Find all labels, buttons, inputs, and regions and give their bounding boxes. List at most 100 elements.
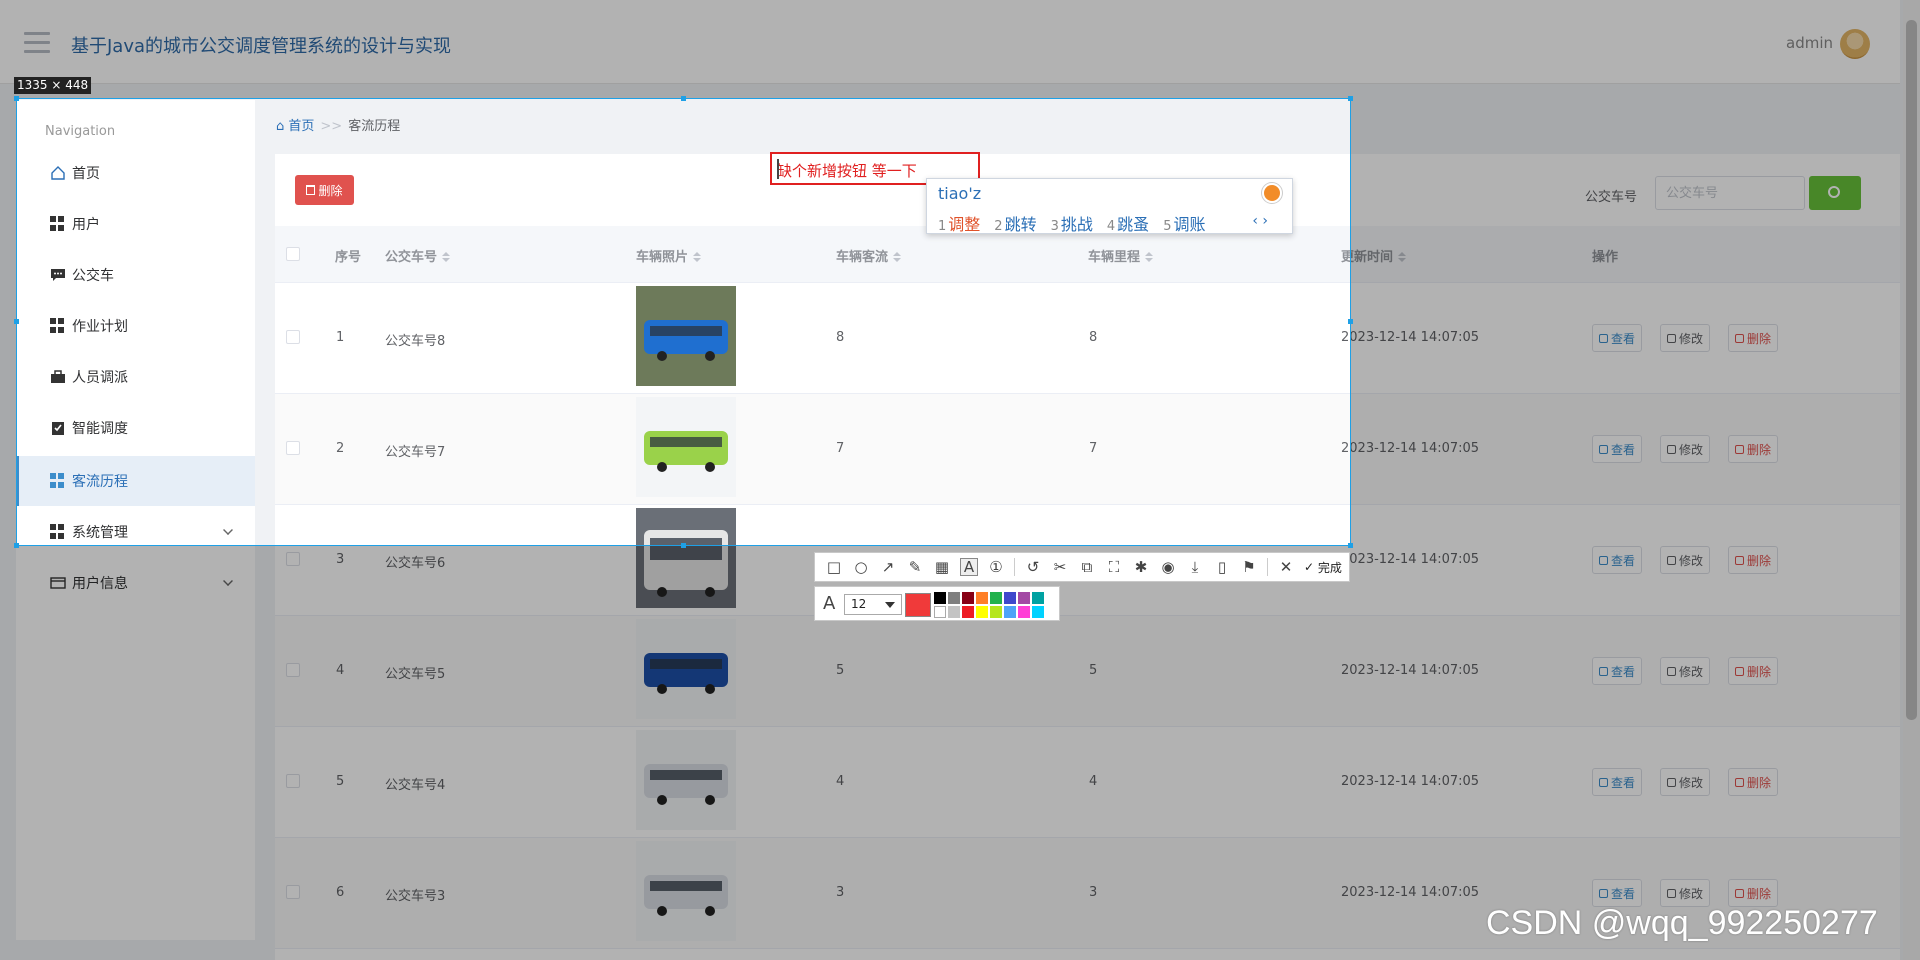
- trash-icon: [306, 185, 316, 195]
- record-icon[interactable]: ◉: [1159, 558, 1177, 576]
- grid-icon: [50, 216, 66, 232]
- ime-candidate[interactable]: 1 调整: [938, 211, 980, 235]
- ime-candidate[interactable]: 4 跳蚤: [1107, 211, 1149, 235]
- color-swatch[interactable]: [1018, 606, 1030, 618]
- color-swatch[interactable]: [990, 606, 1002, 618]
- color-swatch[interactable]: [976, 592, 988, 604]
- color-swatch[interactable]: [934, 606, 946, 618]
- toolbar-divider: [1014, 558, 1015, 576]
- breadcrumb-separator: >>: [320, 119, 343, 134]
- clipboard-icon: [50, 420, 66, 436]
- save-icon[interactable]: ⤓: [1186, 558, 1204, 576]
- message-icon: [50, 267, 66, 283]
- sidebar-title: Navigation: [45, 124, 116, 139]
- sidebar-item-users[interactable]: 用户: [16, 199, 255, 249]
- select-all-checkbox[interactable]: [286, 247, 300, 261]
- color-swatch[interactable]: [1018, 592, 1030, 604]
- number-tool-icon[interactable]: ①: [987, 558, 1005, 576]
- resize-handle[interactable]: [14, 543, 19, 548]
- color-swatch[interactable]: [990, 592, 1002, 604]
- text-cursor-icon: [777, 159, 779, 179]
- cell-passenger-flow: 7: [836, 441, 845, 456]
- ime-candidate[interactable]: 5 调账: [1163, 211, 1205, 235]
- resize-handle[interactable]: [1348, 543, 1353, 548]
- sort-icon: [1145, 252, 1154, 262]
- breadcrumb-home[interactable]: ⌂ 首页: [276, 119, 314, 134]
- color-swatch[interactable]: [976, 606, 988, 618]
- sidebar-item-dispatch-staff[interactable]: 人员调派: [16, 352, 255, 402]
- ime-candidate[interactable]: 3 挑战: [1051, 211, 1093, 235]
- phone-icon[interactable]: ▯: [1213, 558, 1231, 576]
- row-checkbox[interactable]: [286, 441, 300, 455]
- color-swatch[interactable]: [962, 592, 974, 604]
- ime-candidate[interactable]: 2 跳转: [994, 211, 1036, 235]
- sidebar-item-passenger-flow[interactable]: 客流历程: [16, 456, 255, 506]
- bookmark-icon[interactable]: ⚑: [1240, 558, 1258, 576]
- sidebar-item-label: 公交车: [72, 268, 114, 284]
- ellipse-tool-icon[interactable]: ○: [852, 558, 870, 576]
- color-swatch[interactable]: [948, 592, 960, 604]
- dim-overlay: [1351, 98, 1920, 546]
- sidebar-item-label: 系统管理: [72, 525, 128, 541]
- sidebar-item-label: 用户: [72, 217, 100, 233]
- cell-bus-no: 公交车号8: [385, 334, 446, 349]
- dim-overlay: [0, 0, 1920, 98]
- column-header[interactable]: 车辆里程: [1088, 246, 1154, 265]
- done-button[interactable]: ✓ 完成: [1304, 559, 1342, 576]
- button-label: 完成: [1317, 560, 1342, 575]
- color-swatch[interactable]: [948, 606, 960, 618]
- ocr-icon[interactable]: ⧉: [1078, 558, 1096, 576]
- resize-handle[interactable]: [681, 543, 686, 548]
- current-color-swatch[interactable]: [905, 593, 931, 617]
- font-size-select[interactable]: 12: [844, 594, 902, 615]
- long-capture-icon[interactable]: ⛶: [1105, 558, 1123, 576]
- arrow-tool-icon[interactable]: ↗: [879, 558, 897, 576]
- briefcase-icon: [50, 369, 66, 385]
- bus-photo: [636, 286, 736, 386]
- sidebar-item-label: 作业计划: [72, 319, 128, 335]
- sidebar-item-buses[interactable]: 公交车: [16, 250, 255, 300]
- sidebar-item-smart-dispatch[interactable]: 智能调度: [16, 403, 255, 453]
- button-label: 删除: [318, 183, 343, 198]
- undo-icon[interactable]: ↺: [1024, 558, 1042, 576]
- text-style-panel: A 12: [814, 586, 1060, 621]
- row-checkbox[interactable]: [286, 330, 300, 344]
- font-icon: A: [823, 593, 836, 614]
- check-icon: ✓: [1304, 560, 1318, 574]
- color-swatch[interactable]: [1004, 606, 1016, 618]
- resize-handle[interactable]: [14, 96, 19, 101]
- resize-handle[interactable]: [14, 319, 19, 324]
- column-header[interactable]: 车辆照片: [636, 246, 702, 265]
- resize-handle[interactable]: [1348, 319, 1353, 324]
- ime-next-page-icon[interactable]: ‹ ›: [1252, 213, 1268, 229]
- cell-passenger-flow: 8: [836, 330, 845, 345]
- annotation-text: 缺个新增按钮 等一下: [777, 162, 917, 180]
- resize-handle[interactable]: [681, 96, 686, 101]
- batch-delete-button[interactable]: 删除: [295, 175, 354, 205]
- color-swatch[interactable]: [962, 606, 974, 618]
- color-swatch[interactable]: [1004, 592, 1016, 604]
- color-swatch[interactable]: [1032, 606, 1044, 618]
- column-header: 序号: [335, 250, 362, 265]
- ime-logo-icon[interactable]: [1262, 183, 1282, 203]
- color-swatch[interactable]: [1032, 592, 1044, 604]
- sort-icon: [893, 252, 902, 262]
- pen-tool-icon[interactable]: ✎: [906, 558, 924, 576]
- sidebar-item-plans[interactable]: 作业计划: [16, 301, 255, 351]
- color-palette: [934, 592, 1044, 618]
- ime-composition: tiao'z: [938, 184, 982, 203]
- column-header[interactable]: 车辆客流: [836, 246, 902, 265]
- resize-handle[interactable]: [1348, 96, 1353, 101]
- sidebar-item-label: 首页: [72, 166, 100, 182]
- sort-icon: [442, 252, 451, 262]
- pin-icon[interactable]: ✱: [1132, 558, 1150, 576]
- cell-mileage: 8: [1089, 330, 1098, 345]
- close-icon[interactable]: ✕: [1277, 558, 1295, 576]
- rectangle-tool-icon[interactable]: □: [825, 558, 843, 576]
- sidebar-item-home[interactable]: 首页: [16, 148, 255, 198]
- scissors-icon[interactable]: ✂: [1051, 558, 1069, 576]
- mosaic-tool-icon[interactable]: ▦: [933, 558, 951, 576]
- text-tool-icon[interactable]: A: [960, 558, 978, 576]
- column-header[interactable]: 公交车号: [385, 246, 451, 265]
- color-swatch[interactable]: [934, 592, 946, 604]
